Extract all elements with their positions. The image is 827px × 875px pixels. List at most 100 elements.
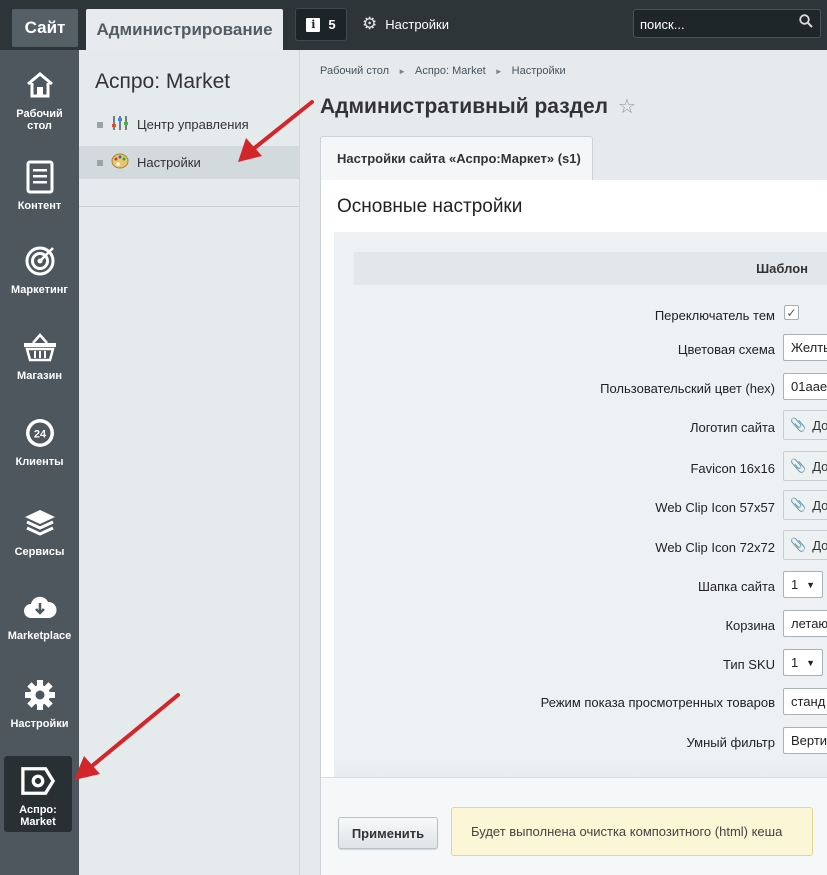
menu-item-settings[interactable]: Настройки — [79, 146, 299, 179]
logo-row: Логотип сайта 📎 До — [334, 408, 827, 440]
section-header: Шаблон — [354, 252, 827, 285]
cloud-download-icon — [23, 590, 57, 624]
admin-tab[interactable]: Администрирование — [86, 9, 283, 50]
theme-switch-checkbox[interactable]: ✓ — [784, 305, 799, 320]
gear-icon: ⚙ — [362, 14, 378, 33]
search-input[interactable] — [640, 15, 790, 33]
menu-item-label: Центр управления — [137, 117, 249, 132]
field-label: Favicon 16x16 — [690, 461, 775, 476]
sidebar-item-shop[interactable]: Магазин — [0, 330, 79, 382]
webclip57-upload-button[interactable]: 📎 До — [783, 490, 827, 520]
custom-color-input[interactable]: 01aae3 — [783, 373, 827, 400]
tab-site-settings[interactable]: Настройки сайта «Аспро:Маркет» (s1) — [320, 136, 593, 180]
webclip72-upload-button[interactable]: 📎 До — [783, 530, 827, 560]
sidebar-item-label: Клиенты — [15, 456, 64, 468]
clock-24-icon: 24 — [23, 416, 57, 450]
main-sidebar: Рабочий стол Контент Маркетинг Магазин 2… — [0, 50, 79, 875]
scroll-fade — [334, 757, 827, 777]
section-menu: Аспро: Market Центр управления Настройки — [79, 50, 300, 875]
sidebar-item-label: Аспро: Market — [19, 804, 57, 829]
menu-item-label: Настройки — [137, 155, 201, 170]
sku-row: Тип SKU 1 ▼ — [334, 648, 827, 678]
field-label: Режим показа просмотренных товаров — [540, 695, 775, 710]
layers-icon — [23, 506, 57, 540]
header-select[interactable]: 1 ▼ — [783, 571, 823, 598]
menu-title: Аспро: Market — [95, 70, 231, 93]
breadcrumb-item[interactable]: Аспро: Market — [415, 65, 486, 77]
menu-item-control-center[interactable]: Центр управления — [79, 108, 299, 141]
field-label: Логотип сайта — [689, 420, 775, 435]
smart-filter-row: Умный фильтр Верти — [334, 726, 827, 756]
sidebar-item-services[interactable]: Сервисы — [0, 506, 79, 558]
page-title-text: Административный раздел — [320, 94, 609, 118]
upload-label: До — [812, 497, 827, 513]
home-icon — [23, 68, 57, 102]
settings-form: Шаблон Переключатель тем ✓ Цветовая схем… — [334, 232, 827, 777]
sidebar-item-label: Маркетинг — [11, 284, 68, 296]
info-icon: i — [306, 17, 321, 32]
sidebar-item-label: Настройки — [10, 718, 69, 730]
basket-select[interactable]: летаю — [783, 610, 827, 637]
color-scheme-row: Цветовая схема Желть — [334, 330, 827, 361]
chevron-right-icon: ► — [398, 66, 406, 76]
svg-text:24: 24 — [33, 429, 46, 441]
sidebar-item-label: Сервисы — [14, 546, 65, 558]
sidebar-item-settings[interactable]: Настройки — [0, 678, 79, 730]
page-title: Административный раздел ☆ — [320, 94, 636, 119]
caret-down-icon: ▼ — [806, 657, 815, 668]
notifications-button[interactable]: i 5 — [295, 8, 347, 41]
sidebar-item-label: Marketplace — [7, 630, 72, 642]
breadcrumb-item[interactable]: Рабочий стол — [320, 65, 389, 77]
basket-row: Корзина летаю — [334, 609, 827, 639]
field-label: Тип SKU — [722, 657, 775, 672]
settings-panel: Основные настройки Шаблон Переключатель … — [320, 180, 827, 875]
upload-label: До — [812, 417, 827, 433]
custom-color-row: Пользовательский цвет (hex) 01aae3 — [334, 369, 827, 400]
upload-label: До — [812, 458, 827, 474]
sidebar-item-desktop[interactable]: Рабочий стол — [0, 68, 79, 132]
sidebar-item-label: Контент — [17, 200, 62, 212]
bullet-icon — [97, 121, 103, 128]
sidebar-item-marketplace[interactable]: Marketplace — [0, 590, 79, 642]
cache-notice: Будет выполнена очистка композитного (ht… — [451, 807, 813, 856]
sidebar-item-label: Рабочий стол — [16, 108, 63, 133]
notifications-count: 5 — [328, 17, 336, 32]
menu-divider — [79, 206, 299, 207]
sku-select[interactable]: 1 ▼ — [783, 649, 823, 676]
field-label: Пользовательский цвет (hex) — [600, 381, 775, 396]
apply-button[interactable]: Применить — [338, 817, 438, 849]
sliders-icon — [111, 115, 129, 134]
webclip57-row: Web Clip Icon 57x57 📎 До — [334, 488, 827, 520]
sidebar-item-clients[interactable]: 24 Клиенты — [0, 416, 79, 468]
sidebar-item-marketing[interactable]: Маркетинг — [0, 244, 79, 296]
search-icon[interactable] — [799, 14, 813, 32]
aspro-tag-icon — [21, 764, 55, 798]
top-bar: Сайт Администрирование i 5 ⚙ Настройки — [0, 0, 827, 50]
field-label: Web Clip Icon 72x72 — [655, 540, 775, 555]
field-label: Корзина — [725, 618, 775, 633]
header-row: Шапка сайта 1 ▼ — [334, 569, 827, 599]
favicon-upload-button[interactable]: 📎 До — [783, 451, 827, 481]
field-label: Переключатель тем — [654, 308, 775, 323]
smart-filter-select[interactable]: Верти — [783, 727, 827, 754]
upload-label: До — [812, 537, 827, 553]
site-button[interactable]: Сайт — [12, 9, 78, 47]
breadcrumb-item[interactable]: Настройки — [512, 65, 566, 77]
favicon-row: Favicon 16x16 📎 До — [334, 447, 827, 481]
field-label: Шапка сайта — [697, 579, 775, 594]
sidebar-item-aspro-market[interactable]: Аспро: Market — [4, 756, 72, 832]
breadcrumb: Рабочий стол ► Аспро: Market ► Настройки — [320, 65, 566, 77]
gear-icon — [23, 678, 57, 712]
star-icon[interactable]: ☆ — [618, 94, 636, 119]
panel-title: Основные настройки — [337, 196, 523, 217]
color-scheme-select[interactable]: Желть — [783, 334, 827, 361]
viewed-mode-select[interactable]: станд — [783, 688, 827, 715]
paperclip-icon: 📎 — [790, 537, 807, 552]
top-settings-label: Настройки — [385, 16, 449, 32]
logo-upload-button[interactable]: 📎 До — [783, 410, 827, 440]
sidebar-item-content[interactable]: Контент — [0, 160, 79, 212]
theme-switch-row: Переключатель тем ✓ — [334, 300, 827, 330]
target-icon — [23, 244, 57, 278]
top-settings-link[interactable]: ⚙ Настройки — [362, 14, 449, 34]
caret-down-icon: ▼ — [806, 579, 815, 590]
